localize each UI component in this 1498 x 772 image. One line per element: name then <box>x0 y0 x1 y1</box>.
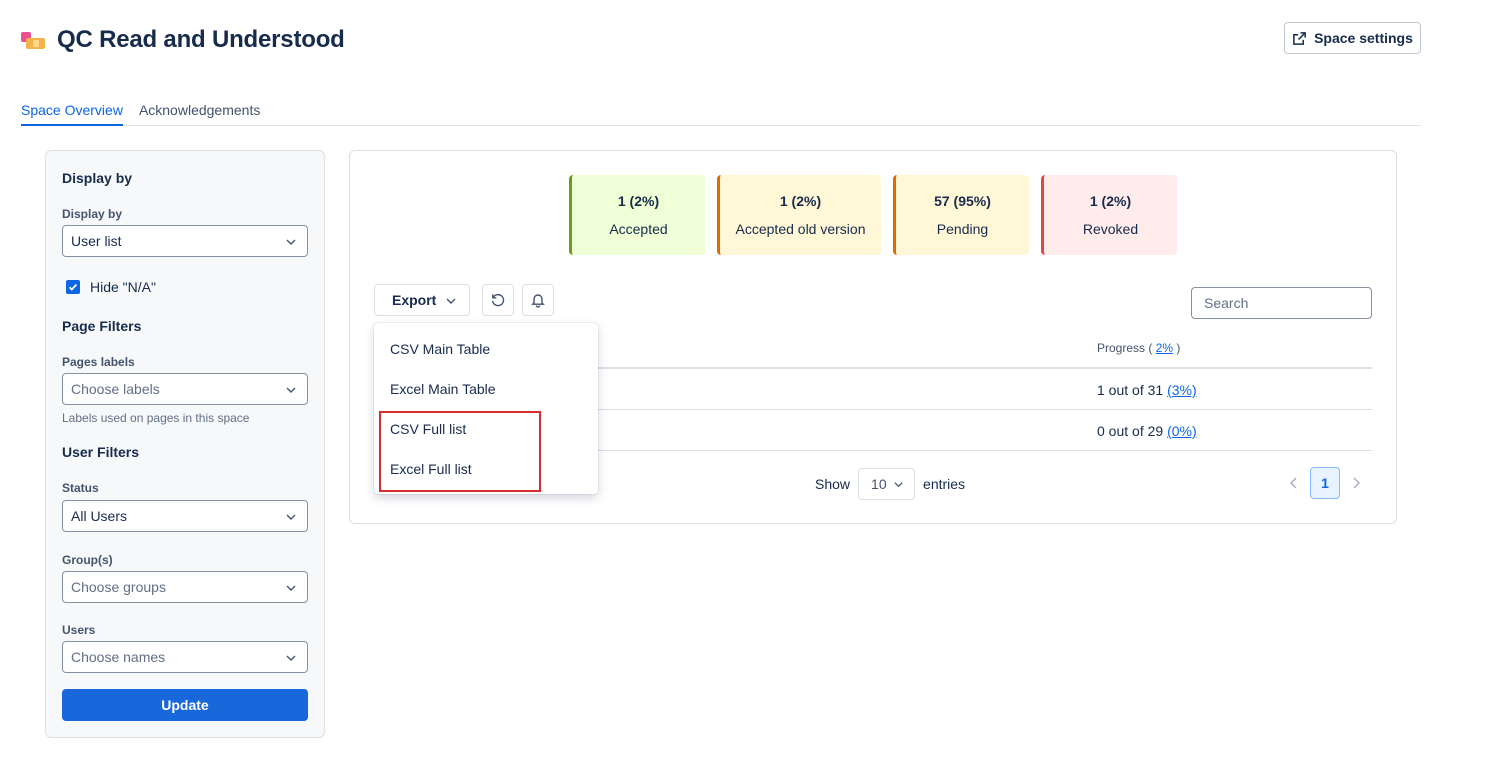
stat-label: Accepted old version <box>735 221 866 237</box>
stat-card-pending: 57 (95%) Pending <box>893 175 1029 255</box>
tab-space-overview[interactable]: Space Overview <box>21 96 123 126</box>
pagination-next-button[interactable] <box>1348 475 1364 491</box>
refresh-icon <box>491 293 505 307</box>
chevron-down-icon <box>286 239 296 245</box>
chevron-down-icon <box>286 514 296 520</box>
menu-item-csv-main-table[interactable]: CSV Main Table <box>390 341 490 357</box>
stat-count: 57 (95%) <box>934 193 991 209</box>
status-value: All Users <box>71 508 128 524</box>
page-filters-heading: Page Filters <box>62 318 142 334</box>
stat-card-revoked: 1 (2%) Revoked <box>1041 175 1177 255</box>
bell-icon <box>531 294 545 308</box>
update-button[interactable]: Update <box>62 689 308 721</box>
status-select[interactable]: All Users <box>62 500 308 532</box>
progress-value: 0 out of 29 <box>1097 423 1164 439</box>
space-settings-button[interactable]: Space settings <box>1284 22 1421 54</box>
stat-card-accepted-old-version: 1 (2%) Accepted old version <box>717 175 881 255</box>
users-placeholder: Choose names <box>71 649 166 665</box>
display-by-value: User list <box>71 233 122 249</box>
external-link-icon <box>1293 31 1306 45</box>
stat-count: 1 (2%) <box>1089 193 1132 209</box>
highlight-annotation-box <box>379 411 541 492</box>
pages-labels-help: Labels used on pages in this space <box>62 411 250 425</box>
menu-item-excel-main-table[interactable]: Excel Main Table <box>390 381 496 397</box>
progress-header-link[interactable]: 2% <box>1156 341 1173 355</box>
page-size-select[interactable]: 10 <box>858 468 916 500</box>
chevron-left-icon <box>1290 477 1297 489</box>
entries-label: entries <box>923 476 966 492</box>
progress-percent-link[interactable]: (3%) <box>1167 382 1197 398</box>
groups-placeholder: Choose groups <box>71 579 166 595</box>
tab-bar: Space Overview Acknowledgements <box>21 96 1421 126</box>
stat-count: 1 (2%) <box>779 193 822 209</box>
hide-na-label: Hide "N/A" <box>90 279 156 295</box>
export-button[interactable]: Export <box>374 284 470 316</box>
pages-labels-select[interactable]: Choose labels <box>62 373 308 405</box>
stat-card-accepted: 1 (2%) Accepted <box>569 175 705 255</box>
show-label: Show <box>815 476 851 492</box>
tab-acknowledgements[interactable]: Acknowledgements <box>139 96 260 126</box>
progress-header-label: Progress ( <box>1097 341 1153 355</box>
page-header: QC Read and Understood <box>21 26 345 54</box>
progress-column-header[interactable]: Progress ( 2% ) <box>1097 341 1180 355</box>
checkmark-icon <box>68 283 78 291</box>
search-input[interactable] <box>1191 287 1372 319</box>
table-row-progress: 0 out of 29 (0%) <box>1097 423 1197 439</box>
users-select[interactable]: Choose names <box>62 641 308 673</box>
stat-count: 1 (2%) <box>617 193 660 209</box>
progress-value: 1 out of 31 <box>1097 382 1164 398</box>
page-title: QC Read and Understood <box>57 26 345 53</box>
space-settings-label: Space settings <box>1314 30 1413 46</box>
pagination-prev-button[interactable] <box>1286 475 1302 491</box>
display-by-heading: Display by <box>62 170 133 186</box>
groups-label: Group(s) <box>62 553 113 567</box>
groups-select[interactable]: Choose groups <box>62 571 308 603</box>
stat-label: Accepted <box>609 221 668 237</box>
users-label: Users <box>62 623 96 637</box>
chevron-down-icon <box>286 387 296 393</box>
user-filters-heading: User Filters <box>62 444 140 460</box>
hide-na-row: Hide "N/A" <box>66 279 156 295</box>
hide-na-checkbox[interactable] <box>66 280 80 294</box>
notify-button[interactable] <box>522 284 554 316</box>
progress-header-close: ) <box>1176 341 1181 355</box>
stat-label: Revoked <box>1082 221 1139 237</box>
status-label: Status <box>62 481 99 495</box>
page-size-value: 10 <box>871 476 887 492</box>
export-label: Export <box>392 292 437 308</box>
chevron-right-icon <box>1353 477 1360 489</box>
display-by-select[interactable]: User list <box>62 225 308 257</box>
chevron-down-icon <box>286 655 296 661</box>
pages-labels-placeholder: Choose labels <box>71 381 160 397</box>
filter-sidebar: Display by Display by User list Hide "N/… <box>45 150 325 738</box>
chevron-down-icon <box>894 482 903 488</box>
pages-labels-label: Pages labels <box>62 355 135 369</box>
progress-percent-link[interactable]: (0%) <box>1167 423 1197 439</box>
pagination-page-1[interactable]: 1 <box>1310 467 1340 499</box>
display-by-label: Display by <box>62 207 123 221</box>
space-logo-icon <box>21 30 45 50</box>
stat-label: Pending <box>936 221 989 237</box>
page-size-control: Show 10 entries <box>815 468 965 500</box>
table-row-progress: 1 out of 31 (3%) <box>1097 382 1197 398</box>
chevron-down-icon <box>286 585 296 591</box>
chevron-down-icon <box>446 298 456 304</box>
refresh-button[interactable] <box>482 284 514 316</box>
